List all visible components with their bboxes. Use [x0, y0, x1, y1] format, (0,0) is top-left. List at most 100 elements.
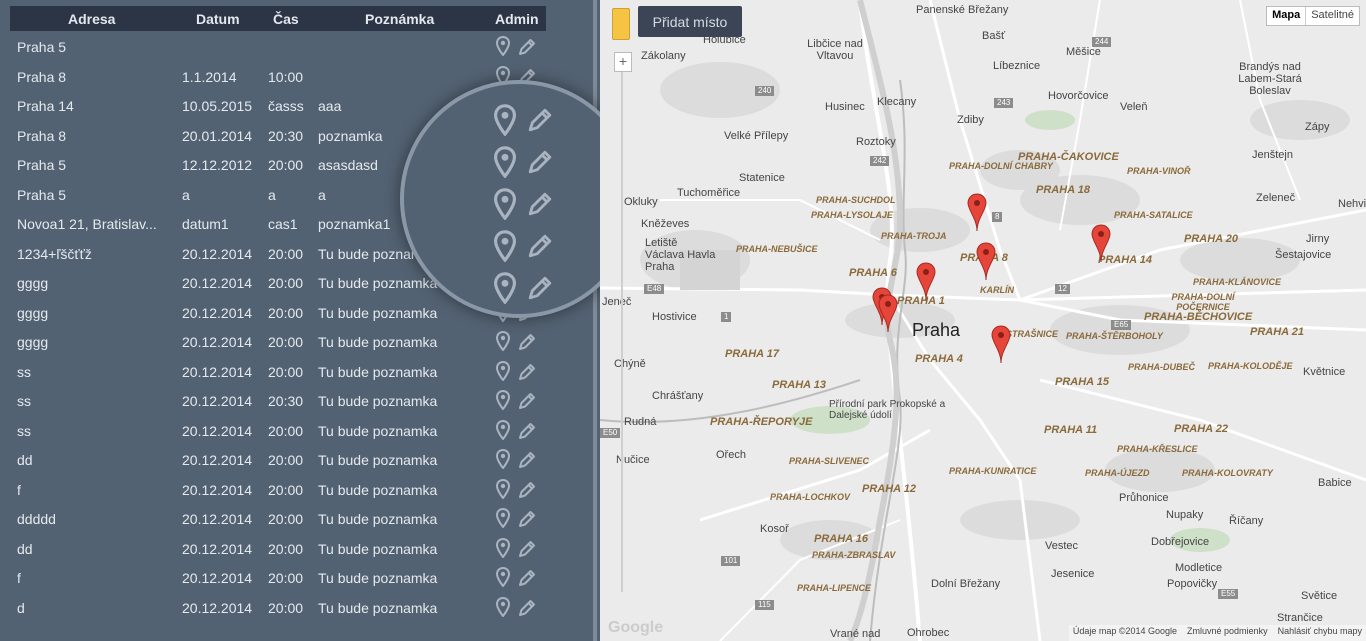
map-pin-icon[interactable] — [495, 448, 511, 470]
map-pin-icon[interactable] — [495, 360, 511, 382]
header-time[interactable]: Čas — [273, 11, 299, 27]
table-row[interactable]: ss 20.12.2014 20:00 Tu bude poznamka — [0, 357, 596, 387]
map-marker[interactable] — [991, 325, 1011, 365]
cell-note: Tu bude poznamka — [318, 393, 438, 409]
cell-address: ss — [17, 422, 31, 439]
table-row[interactable]: dd 20.12.2014 20:00 Tu bude poznamka — [0, 445, 596, 475]
cell-note: Tu bude poznamka — [318, 540, 438, 557]
pencil-edit-icon[interactable] — [517, 421, 537, 441]
district-label: PRAHA 22 — [1174, 423, 1228, 435]
cell-date: 20.12.2014 — [182, 481, 253, 498]
map-pin-icon[interactable] — [495, 478, 511, 500]
cell-address: Praha 5 — [17, 39, 67, 55]
table-row[interactable]: dd 20.12.2014 20:00 Tu bude poznamka — [0, 534, 596, 564]
scrollbar[interactable] — [593, 0, 597, 641]
table-row[interactable]: Praha 5 — [0, 32, 596, 62]
cell-date: 20.12.2014 — [182, 393, 253, 409]
table-row[interactable]: f 20.12.2014 20:00 Tu bude poznamka — [0, 563, 596, 593]
header-address[interactable]: Adresa — [68, 11, 115, 27]
map-pin-icon[interactable] — [495, 566, 511, 588]
map-pin-icon[interactable] — [495, 330, 511, 352]
pencil-edit-icon[interactable] — [517, 509, 537, 529]
cell-date: 20.01.2014 — [182, 127, 253, 144]
pencil-edit-icon[interactable] — [517, 362, 537, 382]
zoom-in-button[interactable]: + — [614, 52, 632, 72]
district-label: PRAHA 4 — [915, 353, 963, 365]
table-row[interactable]: ss 20.12.2014 20:00 Tu bude poznamka — [0, 416, 596, 446]
district-label: PRAHA-BĚCHOVICE — [1144, 311, 1253, 323]
cell-note: Tu bude poznamka — [318, 481, 438, 498]
district-label: KARLÍN — [980, 285, 1014, 295]
pencil-edit-icon[interactable] — [517, 480, 537, 500]
map-marker[interactable] — [916, 262, 936, 302]
google-logo[interactable]: Google — [608, 619, 663, 637]
pencil-edit-icon[interactable] — [517, 568, 537, 588]
cell-time: 20:00 — [268, 481, 304, 498]
terms-link[interactable]: Zmluvné podmienky — [1187, 626, 1268, 640]
place-label: Nupaky — [1166, 509, 1204, 521]
map-pin-icon[interactable] — [495, 389, 511, 411]
district-label: PRAHA-LIPENCE — [797, 583, 872, 593]
map-type-map-button[interactable]: Mapa — [1267, 7, 1307, 25]
cell-address: dd — [17, 540, 33, 557]
cell-address: gggg — [17, 304, 49, 321]
add-place-button[interactable]: Přidat místo — [638, 6, 742, 37]
table-row[interactable]: ddddd 20.12.2014 20:00 Tu bude poznamka — [0, 504, 596, 534]
zoom-slider-track[interactable] — [621, 72, 623, 592]
place-label: Bašť — [982, 30, 1006, 42]
place-label: Zeleneč — [1256, 192, 1296, 204]
cell-address: f — [17, 481, 21, 498]
street-view-pegman-icon[interactable] — [612, 8, 630, 40]
pencil-edit-icon[interactable] — [517, 391, 537, 411]
district-label: PRAHA 18 — [1036, 184, 1090, 196]
place-label: Chrášťany — [652, 390, 704, 402]
district-label: PRAHA-LOCHKOV — [770, 492, 850, 502]
cell-note: Tu bude poznamka — [318, 570, 438, 586]
map-pin-icon[interactable] — [495, 419, 511, 441]
pencil-edit-icon[interactable] — [517, 598, 537, 618]
map-pin-icon[interactable] — [495, 507, 511, 529]
pencil-edit-icon[interactable] — [517, 37, 537, 57]
cell-time: a — [268, 186, 276, 203]
cell-address: ss — [17, 393, 31, 409]
place-label: Květnice — [1303, 366, 1346, 378]
cell-note: Tu bude poznamka — [318, 363, 438, 380]
place-label: Husinec — [825, 101, 865, 113]
header-date[interactable]: Datum — [196, 11, 240, 27]
pencil-edit-icon[interactable] — [517, 332, 537, 352]
map-view[interactable]: Panenské Břežany Bašť Holubice Libčice n… — [600, 0, 1366, 641]
table-row[interactable]: f 20.12.2014 20:00 Tu bude poznamka — [0, 475, 596, 505]
map-type-satellite-button[interactable]: Satelitné — [1306, 7, 1359, 25]
district-label: PRAHA-DOLNÍ POČERNICE — [1171, 292, 1235, 312]
cell-date: 20.12.2014 — [182, 540, 253, 557]
pencil-edit-icon[interactable] — [517, 539, 537, 559]
header-note[interactable]: Poznámka — [365, 11, 434, 27]
cell-time: 20:00 — [268, 570, 304, 586]
place-label: Měšice — [1066, 46, 1101, 58]
cell-time: 20:00 — [268, 245, 304, 262]
district-label: PRAHA-SATALICE — [1114, 210, 1193, 220]
place-label: Jeneč — [602, 296, 632, 308]
place-label: Chýně — [614, 358, 646, 370]
table-row[interactable]: d 20.12.2014 20:00 Tu bude poznamka — [0, 593, 596, 623]
report-error-link[interactable]: Nahlásiť chybu mapy — [1278, 626, 1362, 640]
cell-date: 20.12.2014 — [182, 511, 253, 527]
map-marker[interactable] — [976, 242, 996, 282]
district-label: PRAHA 12 — [862, 483, 916, 495]
pencil-edit-icon[interactable] — [517, 450, 537, 470]
cell-time: 20:00 — [268, 334, 304, 350]
table-row[interactable]: gggg 20.12.2014 20:00 Tu bude poznamka — [0, 327, 596, 357]
district-label: PRAHA 21 — [1250, 326, 1304, 338]
map-pin-icon[interactable] — [495, 537, 511, 559]
district-label: PRAHA 6 — [849, 267, 897, 279]
table-row[interactable]: ss 20.12.2014 20:30 Tu bude poznamka — [0, 386, 596, 416]
park-label: Přírodní park Prokopské a Dalejské údolí — [829, 399, 946, 421]
map-pin-icon[interactable] — [495, 596, 511, 618]
map-marker[interactable] — [878, 294, 898, 334]
cell-time: 20:00 — [268, 422, 304, 439]
map-pin-icon[interactable] — [495, 35, 511, 57]
map-marker[interactable] — [967, 193, 987, 233]
place-label: Šestajovice — [1275, 249, 1332, 261]
place-label: Klecany — [877, 96, 917, 108]
map-marker[interactable] — [1091, 224, 1111, 264]
